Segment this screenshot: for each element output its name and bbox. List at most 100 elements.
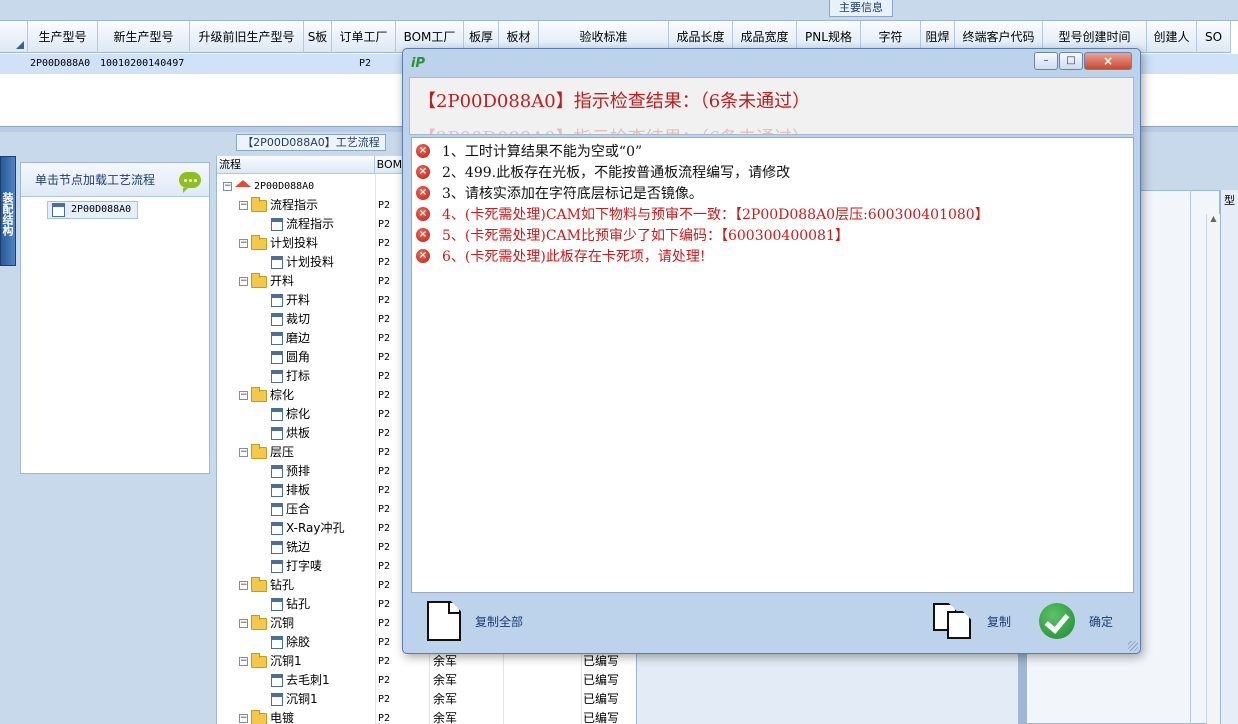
tree-node-code: P2 <box>378 599 391 610</box>
grid-select-all[interactable] <box>0 21 28 53</box>
tree-node-code: P2 <box>378 713 391 724</box>
collapse-icon[interactable]: − <box>239 277 248 286</box>
dialog-heading: 【2P00D088A0】指示检查结果：（6条未通过） <box>418 91 811 112</box>
tree-node-code: P2 <box>378 637 391 648</box>
collapse-icon[interactable]: − <box>239 448 248 457</box>
list-item[interactable]: × 3、请核实添加在字符底层标记是否镜像。 <box>412 182 1133 203</box>
dialog-titlebar[interactable]: iP – □ × <box>403 49 1140 77</box>
tree-node-label: 钻孔 <box>286 597 311 611</box>
collapse-icon[interactable]: − <box>239 714 248 723</box>
tab-main-info[interactable]: 主要信息 <box>829 0 893 17</box>
tree-node-code: P2 <box>378 504 391 515</box>
tree-node-code: P2 <box>378 352 391 363</box>
copy-icon <box>933 601 973 641</box>
grid-column-header[interactable]: 创建人 <box>1147 21 1197 53</box>
folder-icon <box>251 272 267 288</box>
error-icon: × <box>416 248 430 263</box>
tree-node-code: P2 <box>378 428 391 439</box>
tree-node-label: 钻孔 <box>270 578 295 592</box>
tree-node-label: 沉铜1 <box>270 654 302 668</box>
grid-column-header[interactable]: S板 <box>304 21 332 53</box>
grid-column-header[interactable]: SO <box>1197 21 1231 53</box>
tree-node-status: 已编写 <box>583 654 620 668</box>
ok-button[interactable]: 确定 <box>1039 599 1113 643</box>
copy-button[interactable]: 复制 <box>933 599 1011 643</box>
ok-label: 确定 <box>1089 614 1114 629</box>
tree-node-code: P2 <box>378 542 391 553</box>
tree-node-label: 排板 <box>286 483 311 497</box>
minimize-button[interactable]: – <box>1034 52 1058 70</box>
collapse-icon[interactable]: − <box>239 619 248 628</box>
result-list[interactable]: × 1、工时计算结果不能为空或“0” × 2、499.此板存在光板，不能按普通板流程编… <box>411 137 1134 593</box>
collapse-icon[interactable]: − <box>239 581 248 590</box>
close-button[interactable]: × <box>1084 52 1132 70</box>
collapse-icon[interactable]: − <box>239 201 248 210</box>
collapse-icon[interactable]: − <box>239 657 248 666</box>
tree-node-code: P2 <box>378 276 391 287</box>
grid-column-header[interactable]: 升级前旧生产型号 <box>190 21 304 53</box>
tree-node[interactable]: − 电镀 P2 余军 已编写 <box>217 709 636 724</box>
document-icon <box>271 408 283 421</box>
list-item[interactable]: × 1、工时计算结果不能为空或“0” <box>412 140 1133 161</box>
tab-process-flow[interactable]: 【2P00D088A0】工艺流程 <box>236 134 386 151</box>
grid-column-header[interactable]: 生产型号 <box>28 21 98 53</box>
tree-node-code: P2 <box>378 314 391 325</box>
window-icon <box>52 203 65 217</box>
assembly-panel-header: 单击节点加载工艺流程 <box>21 163 209 197</box>
tree-node-code: P2 <box>378 219 391 230</box>
resize-grip-icon[interactable] <box>1128 641 1138 651</box>
list-item[interactable]: × 6、(卡死需处理)此板存在卡死项，请处理! <box>412 245 1133 266</box>
tree-node-code: P2 <box>378 561 391 572</box>
tree-node-label: 计划投料 <box>286 255 335 269</box>
list-item[interactable]: × 2、499.此板存在光板，不能按普通板流程编写，请修改 <box>412 161 1133 182</box>
grid-cell-old-model <box>190 54 304 74</box>
tree-node-status: 已编写 <box>583 711 620 724</box>
tree-node[interactable]: 沉铜1 P2 余军 已编写 <box>217 690 636 709</box>
maximize-button[interactable]: □ <box>1059 52 1083 70</box>
grid-cell-s-board <box>304 54 332 74</box>
tree-node-code: P2 <box>378 523 391 534</box>
tree-node-label: 裁切 <box>286 312 311 326</box>
tree-node-person: 余军 <box>433 711 458 724</box>
document-icon <box>271 256 283 269</box>
grid-column-header[interactable]: 新生产型号 <box>98 21 190 53</box>
document-icon <box>271 693 283 706</box>
list-item[interactable]: × 5、(卡死需处理)CAM比预审少了如下编码：【600300400081】 <box>412 224 1133 245</box>
tree-node-code: P2 <box>378 447 391 458</box>
tree-node-code: P2 <box>378 257 391 268</box>
collapse-icon[interactable]: − <box>239 239 248 248</box>
assembly-node[interactable]: 2P00D088A0 <box>47 201 139 219</box>
tree-node-code: P2 <box>378 675 391 686</box>
copy-all-label: 复制全部 <box>475 614 524 629</box>
document-icon <box>271 503 283 516</box>
grid-column-header[interactable]: 订单工厂 <box>332 21 396 53</box>
copy-all-button[interactable]: 复制全部 <box>427 599 523 643</box>
tree-node-label: 沉铜 <box>270 616 295 630</box>
tree-node-label: 压合 <box>286 502 311 516</box>
tree-node-code: P2 <box>378 485 391 496</box>
document-icon <box>427 601 461 641</box>
document-icon <box>271 332 283 345</box>
tree-node[interactable]: 去毛刺1 P2 余军 已编写 <box>217 671 636 690</box>
error-icon: × <box>416 206 430 221</box>
side-grid-scrollbar[interactable]: ▲ <box>1206 214 1220 724</box>
list-item[interactable]: × 4、(卡死需处理)CAM如下物料与预审不一致：【2P00D088A0层压:60… <box>412 203 1133 224</box>
tree-node[interactable]: − 沉铜1 P2 余军 已编写 <box>217 652 636 671</box>
tree-node-label: 电镀 <box>270 711 295 724</box>
tree-node-code: P2 <box>378 580 391 591</box>
folder-icon <box>251 614 267 630</box>
tree-node-label: 流程指示 <box>270 198 319 212</box>
collapse-icon[interactable]: − <box>223 182 232 191</box>
tree-node-person: 余军 <box>433 654 458 668</box>
collapse-icon[interactable]: − <box>239 391 248 400</box>
tree-node-label: 除胶 <box>286 635 311 649</box>
document-icon <box>271 598 283 611</box>
tab-assembly-structure[interactable]: 装配结构 <box>0 156 16 266</box>
grid-cell-new-model: 10010200140497 <box>100 58 185 69</box>
tree-node-label: X-Ray冲孔 <box>286 521 345 535</box>
tree-node-code: P2 <box>378 333 391 344</box>
folder-icon <box>251 386 267 402</box>
tree-node-label: 开料 <box>286 293 311 307</box>
document-icon <box>271 313 283 326</box>
tree-node-label: 磨边 <box>286 331 311 345</box>
